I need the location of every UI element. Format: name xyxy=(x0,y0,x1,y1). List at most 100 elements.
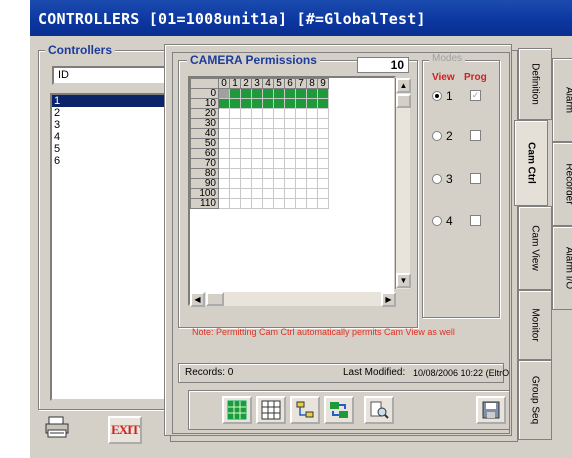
save-button[interactable] xyxy=(476,396,506,424)
hierarchy-button[interactable] xyxy=(290,396,320,424)
permission-cell[interactable] xyxy=(240,148,252,159)
permission-cell[interactable] xyxy=(251,178,263,189)
find-button[interactable] xyxy=(364,396,394,424)
permission-cell[interactable] xyxy=(306,128,318,139)
permission-cell[interactable] xyxy=(306,158,318,169)
permissions-grid[interactable]: 0 1 2 3 4 5 6 7 8 9 0 10 20 30 40 50 60 70 80 90 100 110 xyxy=(188,76,396,306)
grid-column-header[interactable]: 9 xyxy=(317,78,329,89)
permission-cell[interactable] xyxy=(284,128,296,139)
permission-cell[interactable] xyxy=(229,158,241,169)
permission-cell[interactable] xyxy=(240,128,252,139)
mode-3-view-radio[interactable]: 3 xyxy=(432,172,453,186)
permission-cell[interactable] xyxy=(229,88,241,99)
permission-cell[interactable] xyxy=(295,118,307,129)
permission-cell[interactable] xyxy=(251,148,263,159)
mode-2-view-radio[interactable]: 2 xyxy=(432,129,453,143)
permission-cell[interactable] xyxy=(218,108,230,119)
grid-row-header[interactable]: 70 xyxy=(190,158,219,169)
permission-cell[interactable] xyxy=(317,108,329,119)
permission-cell[interactable] xyxy=(240,88,252,99)
grid-row-header[interactable]: 30 xyxy=(190,118,219,129)
permission-cell[interactable] xyxy=(229,188,241,199)
permission-cell[interactable] xyxy=(317,88,329,99)
mode-4-prog-checkbox[interactable] xyxy=(470,215,481,226)
permission-cell[interactable] xyxy=(251,98,263,109)
permission-cell[interactable] xyxy=(295,88,307,99)
permission-cell[interactable] xyxy=(317,148,329,159)
permission-cell[interactable] xyxy=(262,168,274,179)
permission-cell[interactable] xyxy=(218,158,230,169)
permission-cell[interactable] xyxy=(251,128,263,139)
permission-cell[interactable] xyxy=(262,138,274,149)
permission-cell[interactable] xyxy=(240,168,252,179)
permission-cell[interactable] xyxy=(251,168,263,179)
permission-cell[interactable] xyxy=(218,118,230,129)
permission-cell[interactable] xyxy=(251,88,263,99)
permission-cell[interactable] xyxy=(240,98,252,109)
permission-cell[interactable] xyxy=(317,118,329,129)
permission-cell[interactable] xyxy=(262,178,274,189)
permission-cell[interactable] xyxy=(295,108,307,119)
grid-column-header[interactable]: 2 xyxy=(240,78,252,89)
vertical-scroll-thumb[interactable] xyxy=(396,94,411,108)
permission-cell[interactable] xyxy=(262,188,274,199)
permission-cell[interactable] xyxy=(240,188,252,199)
permission-cell[interactable] xyxy=(284,108,296,119)
permission-cell[interactable] xyxy=(229,138,241,149)
permission-cell[interactable] xyxy=(295,178,307,189)
permission-cell[interactable] xyxy=(273,88,285,99)
permission-cell[interactable] xyxy=(229,118,241,129)
permission-cell[interactable] xyxy=(218,138,230,149)
permission-cell[interactable] xyxy=(295,98,307,109)
permission-cell[interactable] xyxy=(273,158,285,169)
permission-cell[interactable] xyxy=(306,168,318,179)
grid-row-header[interactable]: 50 xyxy=(190,138,219,149)
grid-column-header[interactable]: 0 xyxy=(218,78,230,89)
permission-cell[interactable] xyxy=(240,158,252,169)
tab-group-seq[interactable]: Group Seq xyxy=(518,360,552,440)
mode-3-prog-checkbox[interactable] xyxy=(470,173,481,184)
permission-cell[interactable] xyxy=(218,88,230,99)
permission-cell[interactable] xyxy=(306,188,318,199)
permission-cell[interactable] xyxy=(262,158,274,169)
permission-cell[interactable] xyxy=(273,168,285,179)
grid-vertical-scrollbar[interactable]: ▲ ▼ xyxy=(395,78,411,289)
clear-all-button[interactable] xyxy=(256,396,286,424)
grid-row-header[interactable]: 110 xyxy=(190,198,219,209)
permission-cell[interactable] xyxy=(229,128,241,139)
permission-cell[interactable] xyxy=(306,138,318,149)
exit-button[interactable]: EXIT xyxy=(108,416,142,444)
permission-cell[interactable] xyxy=(262,128,274,139)
permission-cell[interactable] xyxy=(251,118,263,129)
permission-cell[interactable] xyxy=(273,118,285,129)
grid-row-header[interactable]: 10 xyxy=(190,98,219,109)
permission-cell[interactable] xyxy=(218,188,230,199)
permission-cell[interactable] xyxy=(284,98,296,109)
tab-alarm-io[interactable]: Alarm I/O xyxy=(552,226,572,310)
permission-cell[interactable] xyxy=(229,148,241,159)
scroll-left-icon[interactable]: ◀ xyxy=(190,292,205,307)
permission-cell[interactable] xyxy=(284,118,296,129)
permission-cell[interactable] xyxy=(251,198,263,209)
permission-cell[interactable] xyxy=(284,138,296,149)
permission-cell[interactable] xyxy=(240,138,252,149)
grid-column-header[interactable]: 1 xyxy=(229,78,241,89)
permission-cell[interactable] xyxy=(273,138,285,149)
permission-cell[interactable] xyxy=(273,178,285,189)
grid-row-header[interactable]: 20 xyxy=(190,108,219,119)
grid-row-header[interactable]: 100 xyxy=(190,188,219,199)
permission-cell[interactable] xyxy=(229,98,241,109)
horizontal-scroll-thumb[interactable] xyxy=(206,292,224,306)
permission-cell[interactable] xyxy=(284,178,296,189)
grid-column-header[interactable]: 6 xyxy=(284,78,296,89)
permission-cell[interactable] xyxy=(317,98,329,109)
permission-cell[interactable] xyxy=(284,158,296,169)
permission-cell[interactable] xyxy=(273,128,285,139)
permission-cell[interactable] xyxy=(306,118,318,129)
permission-cell[interactable] xyxy=(284,168,296,179)
permission-cell[interactable] xyxy=(284,148,296,159)
permission-cell[interactable] xyxy=(273,188,285,199)
tab-cam-view[interactable]: Cam View xyxy=(518,206,552,290)
grid-column-header[interactable]: 4 xyxy=(262,78,274,89)
permission-cell[interactable] xyxy=(229,178,241,189)
